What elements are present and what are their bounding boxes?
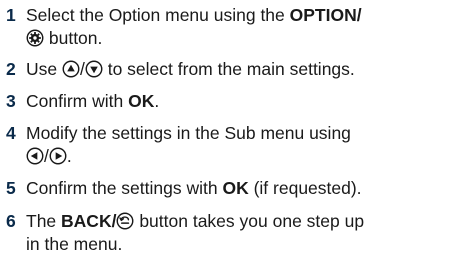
step-number: 2	[6, 59, 16, 79]
step-text: Confirm the settings with OK (if request…	[26, 178, 362, 198]
back-icon	[116, 212, 134, 230]
ok-key-label: OK	[128, 91, 155, 111]
step-text: The BACK/ button takes you one step up	[26, 211, 365, 231]
step-number: 3	[6, 91, 16, 111]
left-arrow-icon	[26, 147, 44, 165]
option-key-label: OPTION/	[289, 5, 362, 25]
back-key-label: BACK/	[61, 211, 117, 231]
up-arrow-icon	[62, 60, 80, 78]
step-number: 5	[6, 178, 16, 198]
right-arrow-icon	[49, 147, 67, 165]
down-arrow-icon	[85, 60, 103, 78]
step-text: Use / to select from the main settings.	[26, 59, 355, 79]
step-text: Confirm with OK.	[26, 91, 160, 111]
option-icon	[26, 29, 44, 47]
step-number: 6	[6, 211, 16, 231]
step-number: 1	[6, 5, 16, 25]
step-text-continued: button.	[26, 26, 102, 50]
step-text: Select the Option menu using the OPTION/	[26, 5, 362, 25]
step-number: 4	[6, 123, 16, 143]
ok-key-label: OK	[222, 178, 249, 198]
instruction-steps: 1 Select the Option menu using the OPTIO…	[0, 0, 462, 273]
step-text-continued: in the menu.	[26, 234, 123, 254]
step-text-continued: /.	[26, 144, 72, 168]
step-text: Modify the settings in the Sub menu usin…	[26, 123, 351, 143]
